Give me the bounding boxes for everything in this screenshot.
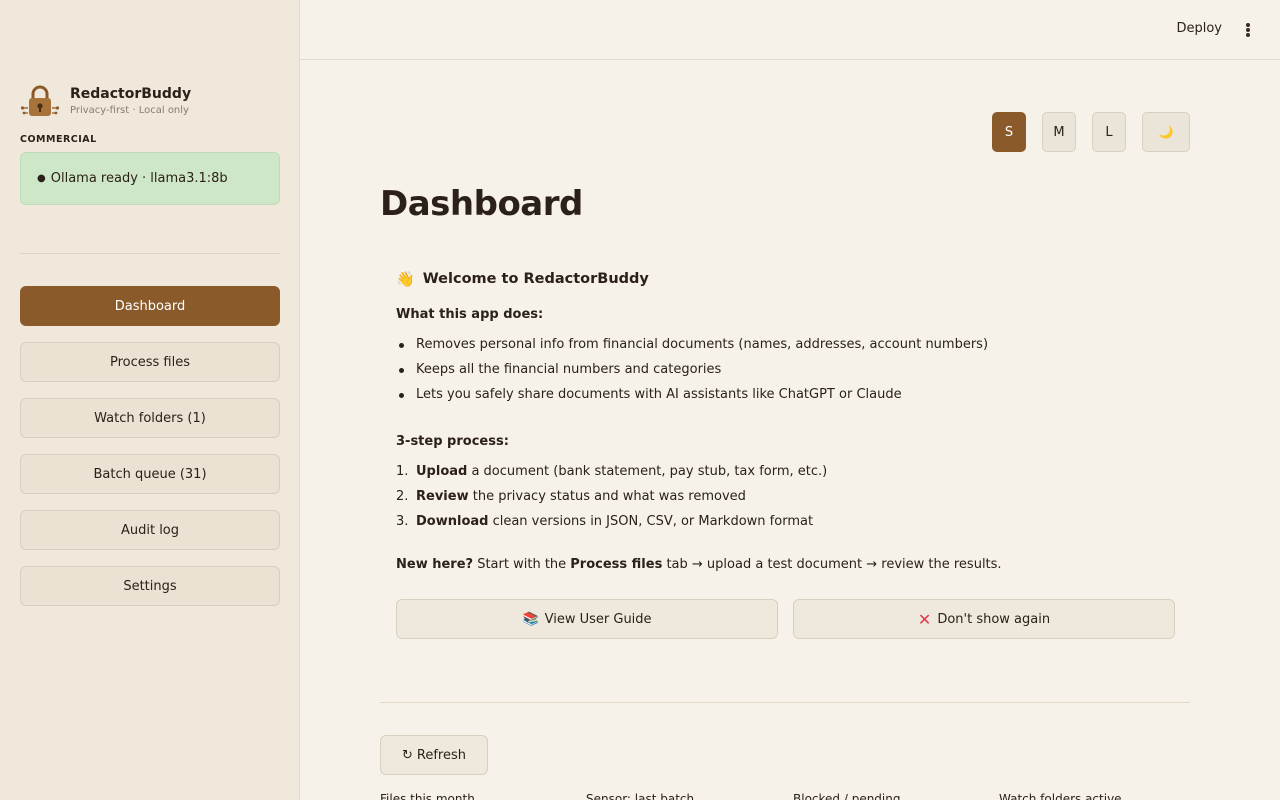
text-size-l-button[interactable]: L (1092, 112, 1126, 152)
step-number: 2. (396, 489, 409, 504)
what-heading: What this app does: (396, 307, 544, 322)
section-divider (380, 702, 1190, 703)
moon-icon: 🌙 (1158, 125, 1174, 139)
step-text: clean versions in JSON, CSV, or Markdown… (488, 514, 814, 529)
new-here-text: Start with the (473, 557, 571, 572)
sidebar-nav: Dashboard Process files Watch folders (1… (20, 286, 280, 622)
close-icon: ✕ (917, 609, 932, 629)
list-item: Keeps all the financial numbers and cate… (396, 361, 1176, 386)
refresh-icon: ↻ (402, 747, 413, 763)
theme-toggle-button[interactable]: 🌙 (1142, 112, 1190, 152)
step-text: the privacy status and what was removed (468, 489, 746, 504)
new-here-lead: New here? (396, 557, 474, 572)
page-title: Dashboard (380, 184, 583, 224)
steps-heading: 3-step process: (396, 434, 509, 449)
step-action: Review (416, 489, 469, 504)
step-number: 3. (396, 514, 409, 529)
more-options-icon[interactable] (1242, 20, 1254, 40)
new-here-hint: New here? Start with the Process files t… (396, 557, 1176, 572)
metric-label: Sensor: last batch (586, 792, 695, 800)
step-number: 1. (396, 464, 409, 479)
deploy-button[interactable]: Deploy (1176, 21, 1222, 36)
welcome-title: 👋 Welcome to RedactorBuddy (396, 270, 1176, 288)
nav-settings[interactable]: Settings (20, 566, 280, 606)
list-item: 2. Review the privacy status and what wa… (396, 488, 1176, 513)
new-here-tab: Process files (570, 557, 663, 572)
refresh-button[interactable]: ↻ Refresh (380, 735, 488, 775)
refresh-label: Refresh (416, 747, 466, 763)
list-item: Lets you safely share documents with AI … (396, 386, 1176, 411)
metric-label: Blocked / pending (793, 792, 901, 800)
app-name: RedactorBuddy (70, 86, 192, 102)
step-action: Upload (416, 464, 468, 479)
metrics-row: Files this month Sensor: last batch Bloc… (380, 792, 1190, 800)
app-tagline: Privacy-first · Local only (70, 105, 189, 116)
sidebar: RedactorBuddy Privacy-first · Local only… (0, 0, 300, 800)
waving-hand-icon: 👋 (396, 270, 415, 288)
sidebar-divider (20, 253, 280, 254)
text-size-m-button[interactable]: M (1042, 112, 1076, 152)
features-list: Removes personal info from financial doc… (396, 336, 1176, 411)
ollama-status: ● Ollama ready · llama3.1:8b (20, 152, 280, 205)
status-text: Ollama ready · llama3.1:8b (50, 171, 228, 186)
status-dot-icon: ● (37, 173, 46, 184)
step-text: a document (bank statement, pay stub, ta… (467, 464, 828, 479)
dont-show-again-button[interactable]: ✕ Don't show again (793, 599, 1175, 639)
steps-list: 1. Upload a document (bank statement, pa… (396, 463, 1176, 538)
nav-process-files[interactable]: Process files (20, 342, 280, 382)
books-icon: 📚 (522, 611, 539, 627)
padlock-icon (20, 84, 60, 120)
welcome-title-text: Welcome to RedactorBuddy (422, 271, 649, 287)
list-item: 1. Upload a document (bank statement, pa… (396, 463, 1176, 488)
brand: RedactorBuddy Privacy-first · Local only (20, 84, 191, 120)
list-item: Removes personal info from financial doc… (396, 336, 1176, 361)
nav-batch-queue[interactable]: Batch queue (31) (20, 454, 280, 494)
metric-label: Watch folders active (999, 792, 1122, 800)
view-user-guide-button[interactable]: 📚 View User Guide (396, 599, 778, 639)
welcome-panel: 👋 Welcome to RedactorBuddy What this app… (396, 270, 1176, 586)
nav-watch-folders[interactable]: Watch folders (1) (20, 398, 280, 438)
edition-label: COMMERCIAL (20, 134, 97, 145)
dont-show-again-label: Don't show again (937, 611, 1051, 627)
new-here-text: tab → upload a test document → review th… (662, 557, 1002, 572)
top-bar: Deploy (300, 0, 1280, 60)
nav-dashboard[interactable]: Dashboard (20, 286, 280, 326)
text-size-s-button[interactable]: S (992, 112, 1026, 152)
step-action: Download (416, 514, 489, 529)
list-item: 3. Download clean versions in JSON, CSV,… (396, 513, 1176, 538)
view-user-guide-label: View User Guide (544, 611, 652, 627)
metric-label: Files this month (380, 792, 475, 800)
nav-audit-log[interactable]: Audit log (20, 510, 280, 550)
